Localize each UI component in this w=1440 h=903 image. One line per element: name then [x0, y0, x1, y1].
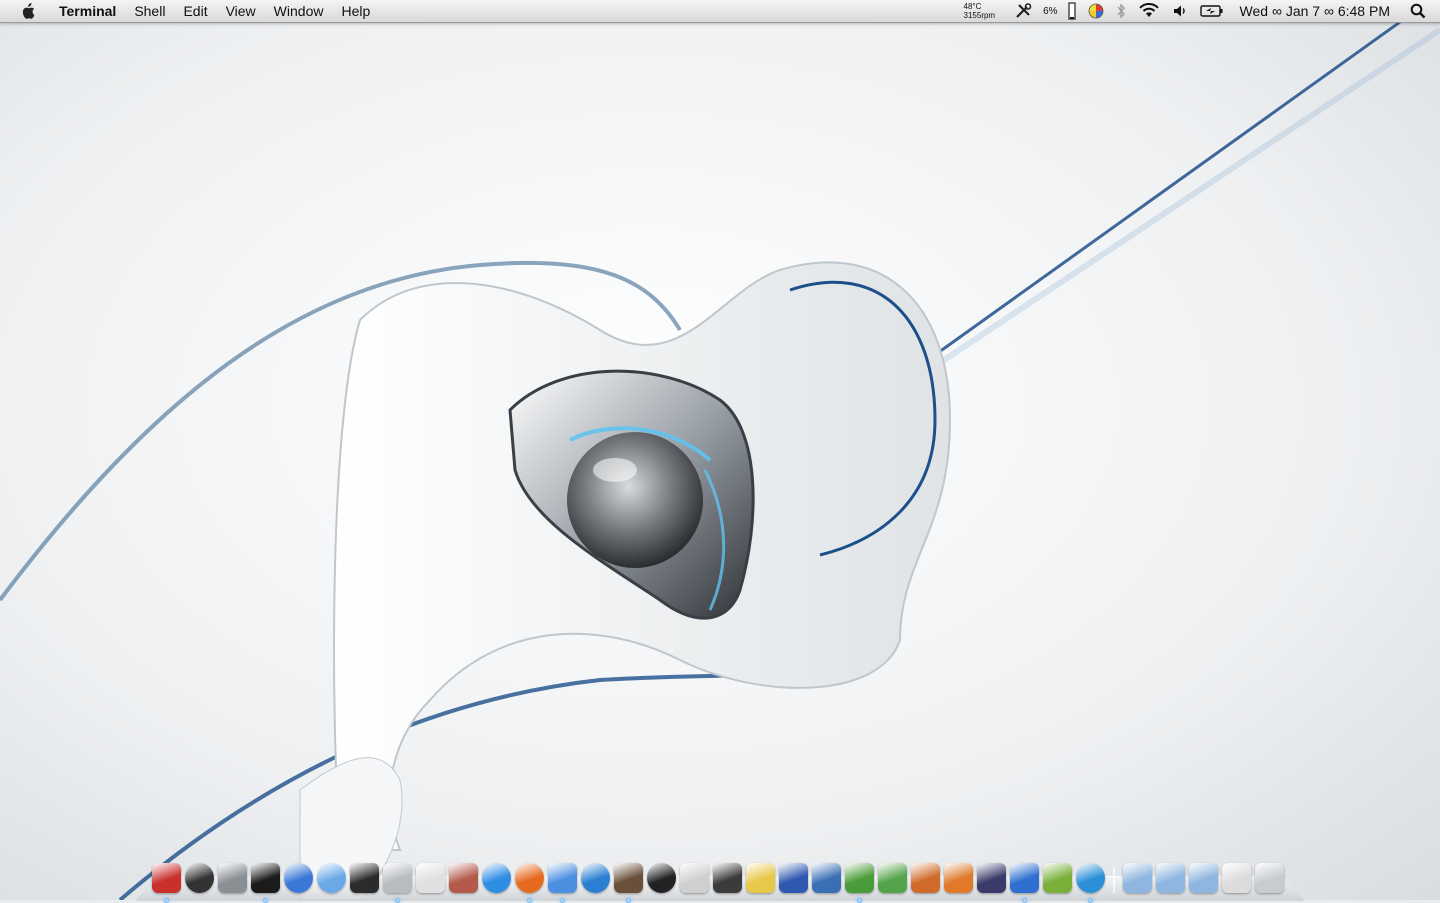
keynote-icon[interactable]: [911, 863, 940, 893]
running-indicator: [527, 898, 532, 903]
network-icon[interactable]: [1076, 863, 1105, 903]
menu-view[interactable]: View: [217, 0, 265, 22]
menu-bar-status: 48°C 3155rpm 6% Wed ∞ Jan 7 ∞ 6:48 PM: [958, 0, 1440, 22]
menu-app-terminal[interactable]: Terminal: [55, 0, 125, 22]
bluetooth-icon[interactable]: [1116, 0, 1126, 22]
running-indicator: [560, 898, 565, 903]
vmware-icon[interactable]: [779, 863, 808, 893]
charts-icon[interactable]: [845, 863, 874, 903]
running-indicator: [1088, 898, 1093, 903]
downloads-folder-icon[interactable]: [1189, 863, 1218, 893]
fan-speed-value: 3155rpm: [963, 11, 996, 20]
stack-folder-icon[interactable]: [1222, 863, 1251, 893]
running-indicator: [1022, 898, 1027, 903]
adium-icon[interactable]: [1043, 863, 1072, 893]
cpu-meter-icon[interactable]: [1067, 0, 1076, 22]
trash-icon[interactable]: [1255, 863, 1284, 893]
battery-icon[interactable]: [1199, 0, 1224, 22]
apple-icon[interactable]: [17, 0, 39, 22]
applications-folder-icon[interactable]: [1123, 863, 1152, 893]
safari-icon[interactable]: [482, 863, 511, 893]
running-indicator: [626, 898, 631, 903]
running-indicator: [263, 898, 268, 903]
dock: [152, 853, 1288, 903]
iphoto-icon[interactable]: [614, 863, 643, 903]
itunes-icon[interactable]: [548, 863, 577, 903]
volume-icon[interactable]: [1172, 0, 1188, 22]
documents-folder-icon[interactable]: [1156, 863, 1185, 893]
spaces-icon[interactable]: [812, 863, 841, 893]
disk-utility-icon[interactable]: [383, 863, 412, 903]
pages-icon[interactable]: [944, 863, 973, 893]
photo-booth-icon[interactable]: [449, 863, 478, 893]
system-preferences-icon[interactable]: [218, 863, 247, 893]
menu-bar: Terminal Shell Edit View Window Help 48°…: [0, 0, 1440, 23]
printer-icon[interactable]: [416, 863, 445, 893]
pen-tool-icon[interactable]: [977, 863, 1006, 893]
running-indicator: [164, 898, 169, 903]
dashboard-icon[interactable]: [185, 863, 214, 893]
automator-icon[interactable]: [680, 863, 709, 893]
camera-icon[interactable]: [647, 863, 676, 893]
spotlight-search-icon[interactable]: [1410, 0, 1426, 22]
temperature-value: 48°C: [963, 2, 982, 11]
tools-icon[interactable]: [1015, 0, 1033, 22]
wifi-app-icon[interactable]: [317, 863, 346, 893]
desktop-wallpaper: [0, 0, 1440, 900]
menu-help[interactable]: Help: [332, 0, 379, 22]
cpu-usage-value[interactable]: 6%: [1043, 0, 1057, 22]
running-indicator: [395, 898, 400, 903]
notes-icon[interactable]: [746, 863, 775, 893]
running-indicator: [857, 898, 862, 903]
finder-icon[interactable]: [152, 863, 181, 903]
quicktime-icon[interactable]: [581, 863, 610, 893]
activity-monitor-icon[interactable]: [350, 863, 379, 893]
menu-window[interactable]: Window: [265, 0, 333, 22]
menu-edit[interactable]: Edit: [174, 0, 216, 22]
dock-separator: [1113, 867, 1115, 893]
temperature-fan-readout[interactable]: 48°C 3155rpm: [964, 0, 996, 22]
firefox-icon[interactable]: [515, 863, 544, 903]
wifi-icon[interactable]: [1138, 0, 1160, 22]
cactus-icon[interactable]: [878, 863, 907, 893]
address-book-icon[interactable]: [713, 863, 742, 893]
menu-clock[interactable]: Wed ∞ Jan 7 ∞ 6:48 PM: [1240, 0, 1390, 22]
menu-bar-left: Terminal Shell Edit View Window Help: [0, 0, 379, 22]
sync-icon[interactable]: [284, 863, 313, 893]
terminal-icon[interactable]: [251, 863, 280, 903]
menu-shell[interactable]: Shell: [125, 0, 174, 22]
word-icon[interactable]: [1010, 863, 1039, 903]
color-picker-icon[interactable]: [1088, 0, 1104, 22]
